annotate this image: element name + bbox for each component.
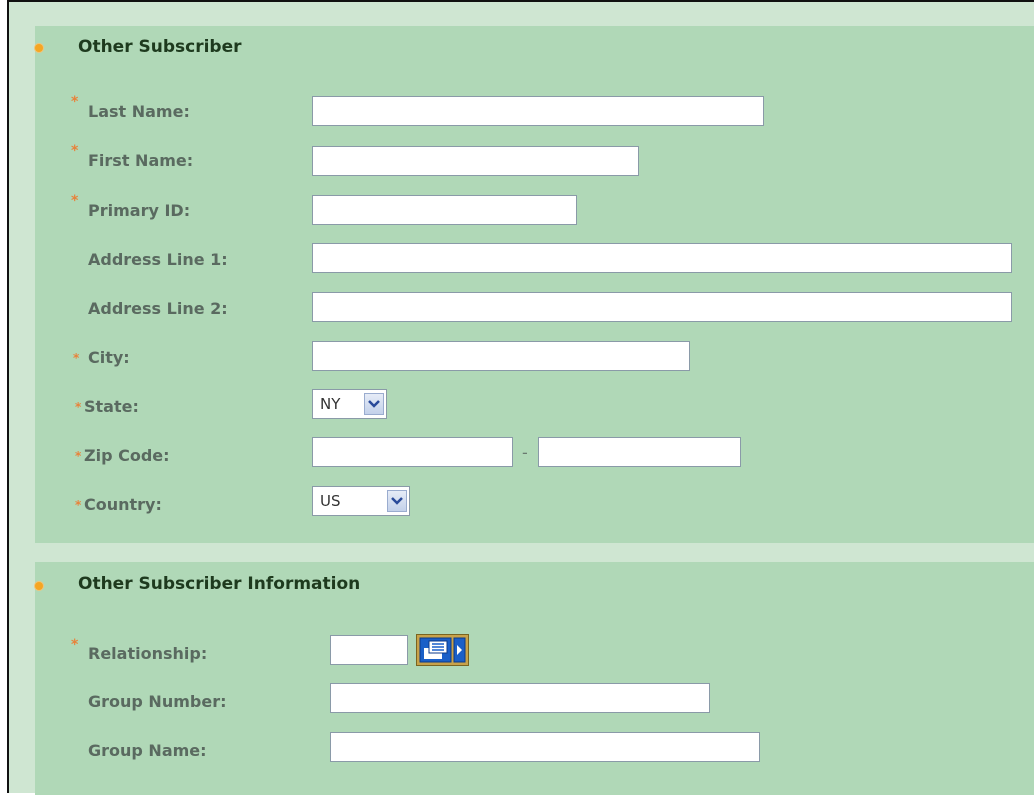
- city-input[interactable]: [312, 341, 690, 371]
- section-title-other-subscriber: Other Subscriber: [78, 37, 242, 57]
- required-marker: *: [71, 94, 79, 110]
- address-line-2-label: Address Line 2:: [88, 299, 228, 318]
- last-name-label: Last Name:: [88, 102, 190, 121]
- relationship-label: Relationship:: [88, 644, 208, 663]
- form-frame: Other Subscriber * Last Name: * First Na…: [7, 0, 1034, 795]
- last-name-input[interactable]: [312, 96, 764, 126]
- first-name-label: First Name:: [88, 151, 194, 170]
- group-number-label: Group Number:: [88, 692, 227, 711]
- group-name-label: Group Name:: [88, 741, 207, 760]
- zip-code-input[interactable]: [312, 437, 513, 467]
- chevron-down-icon[interactable]: [387, 490, 407, 512]
- chevron-down-icon[interactable]: [364, 393, 384, 415]
- state-label: State:: [84, 397, 139, 416]
- required-marker: *: [73, 351, 80, 365]
- required-marker: *: [71, 193, 79, 209]
- required-marker: *: [75, 449, 82, 463]
- address-line-2-input[interactable]: [312, 292, 1012, 322]
- required-marker: *: [71, 637, 79, 653]
- group-number-input[interactable]: [330, 683, 710, 713]
- required-marker: *: [75, 498, 82, 512]
- country-selected-value: US: [320, 492, 341, 510]
- primary-id-input[interactable]: [312, 195, 577, 225]
- required-marker: *: [75, 400, 82, 414]
- state-selected-value: NY: [320, 395, 341, 413]
- country-select[interactable]: US: [312, 486, 410, 516]
- state-select[interactable]: NY: [312, 389, 387, 419]
- section-title-other-subscriber-information: Other Subscriber Information: [78, 574, 361, 594]
- relationship-input[interactable]: [330, 635, 408, 665]
- relationship-lookup-button[interactable]: [416, 634, 469, 666]
- city-label: City:: [88, 348, 130, 367]
- zip-separator: -: [522, 443, 528, 462]
- zip-extension-input[interactable]: [538, 437, 741, 467]
- primary-id-label: Primary ID:: [88, 201, 191, 220]
- zip-code-label: Zip Code:: [84, 446, 170, 465]
- address-line-1-label: Address Line 1:: [88, 250, 228, 269]
- first-name-input[interactable]: [312, 146, 639, 176]
- address-line-1-input[interactable]: [312, 243, 1012, 273]
- group-name-input[interactable]: [330, 732, 760, 762]
- country-label: Country:: [84, 495, 162, 514]
- section-bullet-icon: [35, 582, 43, 590]
- required-marker: *: [71, 143, 79, 159]
- list-lookup-icon: [419, 637, 466, 663]
- section-bullet-icon: [35, 44, 43, 52]
